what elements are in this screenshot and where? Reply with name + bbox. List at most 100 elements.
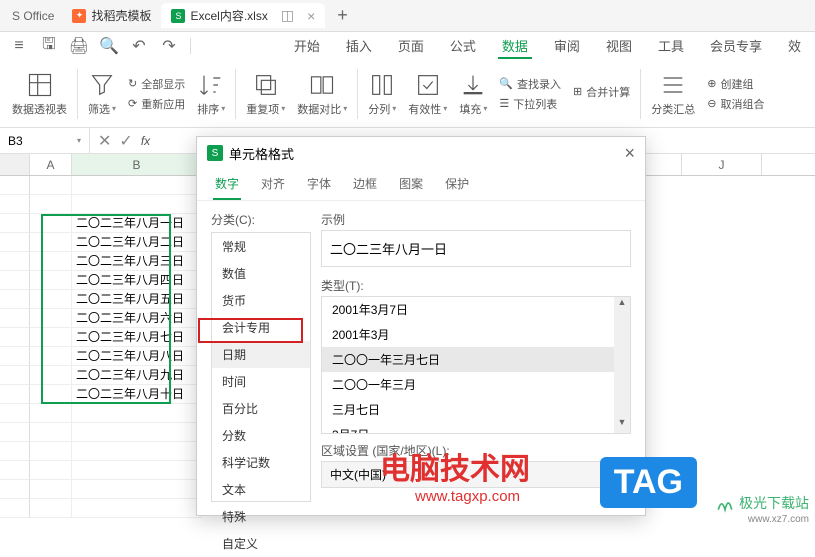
cell[interactable] (30, 480, 72, 499)
sort-group[interactable]: 排序▾ (193, 71, 229, 117)
dialog-titlebar[interactable]: S 单元格格式 × (197, 137, 645, 169)
tab-number[interactable]: 数字 (213, 169, 241, 200)
row-header[interactable] (0, 461, 30, 480)
dup-group[interactable]: 重复项▾ (242, 71, 289, 117)
row-header[interactable] (0, 366, 30, 385)
merge-calc[interactable]: ⊞合并计算 (573, 84, 630, 100)
menu-more[interactable]: 效 (784, 34, 805, 59)
ungroup[interactable]: ⊖取消组合 (707, 96, 764, 112)
category-item[interactable]: 特殊 (212, 503, 310, 530)
tab-doc2[interactable]: S Excel内容.xlsx ◫ × (161, 3, 325, 28)
menu-icon[interactable]: ≡ (10, 37, 28, 55)
create-group[interactable]: ⊕创建组 (707, 76, 764, 92)
col-header-b[interactable]: B (72, 154, 202, 175)
compare-group[interactable]: 数据对比▾ (293, 71, 351, 117)
fill-group[interactable]: 填充▾ (455, 71, 491, 117)
cell[interactable] (30, 385, 72, 404)
row-header[interactable] (0, 499, 30, 518)
category-item[interactable]: 时间 (212, 368, 310, 395)
menu-review[interactable]: 审阅 (550, 34, 584, 59)
cell[interactable]: 二〇二三年八月八日 (72, 347, 202, 366)
cell[interactable] (30, 499, 72, 518)
row-header[interactable] (0, 480, 30, 499)
cell[interactable] (30, 290, 72, 309)
cell[interactable]: 二〇二三年八月十日 (72, 385, 202, 404)
subtotal-group[interactable]: 分类汇总 (647, 71, 699, 117)
menu-tools[interactable]: 工具 (654, 34, 688, 59)
cell[interactable] (72, 480, 202, 499)
select-all-corner[interactable] (0, 154, 30, 175)
type-item[interactable]: 2001年3月 (322, 322, 630, 347)
category-item[interactable]: 分数 (212, 422, 310, 449)
close-icon[interactable]: × (624, 143, 635, 164)
cell[interactable] (30, 214, 72, 233)
category-item[interactable]: 日期 (212, 341, 310, 368)
row-header[interactable] (0, 423, 30, 442)
cell[interactable]: 二〇二三年八月七日 (72, 328, 202, 347)
category-list[interactable]: 常规数值货币会计专用日期时间百分比分数科学记数文本特殊自定义 (211, 232, 311, 502)
cell[interactable] (30, 309, 72, 328)
cell[interactable]: 二〇二三年八月六日 (72, 309, 202, 328)
menu-data[interactable]: 数据 (498, 34, 532, 59)
cell[interactable]: 二〇二三年八月五日 (72, 290, 202, 309)
tab-pattern[interactable]: 图案 (397, 169, 425, 200)
find-input[interactable]: 🔍查找录入 (499, 76, 561, 92)
chevron-down-icon[interactable]: ▾ (77, 136, 81, 145)
row-header[interactable] (0, 176, 30, 195)
cell[interactable] (30, 271, 72, 290)
tab-align[interactable]: 对齐 (259, 169, 287, 200)
category-item[interactable]: 自定义 (212, 530, 310, 557)
cell[interactable] (30, 442, 72, 461)
menu-formula[interactable]: 公式 (446, 34, 480, 59)
category-item[interactable]: 百分比 (212, 395, 310, 422)
cell[interactable]: 二〇二三年八月四日 (72, 271, 202, 290)
menu-insert[interactable]: 插入 (342, 34, 376, 59)
tab-protect[interactable]: 保护 (443, 169, 471, 200)
name-box[interactable]: B3 ▾ (0, 128, 90, 153)
new-tab-button[interactable]: + (337, 5, 348, 26)
cell[interactable] (30, 328, 72, 347)
col-header-j[interactable]: J (682, 154, 762, 175)
cell[interactable] (30, 423, 72, 442)
cell[interactable]: 二〇二三年八月二日 (72, 233, 202, 252)
row-header[interactable] (0, 328, 30, 347)
cell[interactable] (72, 195, 202, 214)
scrollbar[interactable]: ▲ ▼ (614, 297, 630, 433)
row-header[interactable] (0, 404, 30, 423)
row-header[interactable] (0, 195, 30, 214)
type-list[interactable]: 2001年3月7日2001年3月二〇〇一年三月七日二〇〇一年三月三月七日3月7日… (321, 296, 631, 434)
cell[interactable] (30, 233, 72, 252)
category-item[interactable]: 科学记数 (212, 449, 310, 476)
category-item[interactable]: 数值 (212, 260, 310, 287)
validate-group[interactable]: 有效性▾ (404, 71, 451, 117)
preview-icon[interactable]: 🔍 (100, 37, 118, 55)
menu-view[interactable]: 视图 (602, 34, 636, 59)
category-item[interactable]: 文本 (212, 476, 310, 503)
close-icon[interactable]: × (307, 8, 315, 24)
type-item[interactable]: 二〇〇一年三月 (322, 372, 630, 397)
row-header[interactable] (0, 214, 30, 233)
tab-doc1[interactable]: ✦ 找稻壳模板 (62, 3, 161, 28)
cell[interactable] (30, 461, 72, 480)
cell[interactable] (30, 366, 72, 385)
cell[interactable] (30, 252, 72, 271)
dropdown-list[interactable]: ☰下拉列表 (499, 96, 561, 112)
scroll-up-icon[interactable]: ▲ (614, 297, 630, 313)
row-header[interactable] (0, 442, 30, 461)
cell[interactable]: 二〇二三年八月三日 (72, 252, 202, 271)
cell[interactable] (72, 442, 202, 461)
row-header[interactable] (0, 385, 30, 404)
fx-button[interactable]: fx (141, 134, 150, 148)
pivot-group[interactable]: 数据透视表 (8, 71, 71, 117)
type-item[interactable]: 3月7日 (322, 422, 630, 434)
print-icon[interactable]: 🖨 (70, 37, 88, 55)
type-item[interactable]: 二〇〇一年三月七日 (322, 347, 630, 372)
row-header[interactable] (0, 233, 30, 252)
split-group[interactable]: 分列▾ (364, 71, 400, 117)
filter-group[interactable]: 筛选▾ (84, 71, 120, 117)
type-item[interactable]: 2001年3月7日 (322, 297, 630, 322)
tab-font[interactable]: 字体 (305, 169, 333, 200)
save-icon[interactable]: 🖫 (40, 37, 58, 55)
row-header[interactable] (0, 309, 30, 328)
tab-border[interactable]: 边框 (351, 169, 379, 200)
